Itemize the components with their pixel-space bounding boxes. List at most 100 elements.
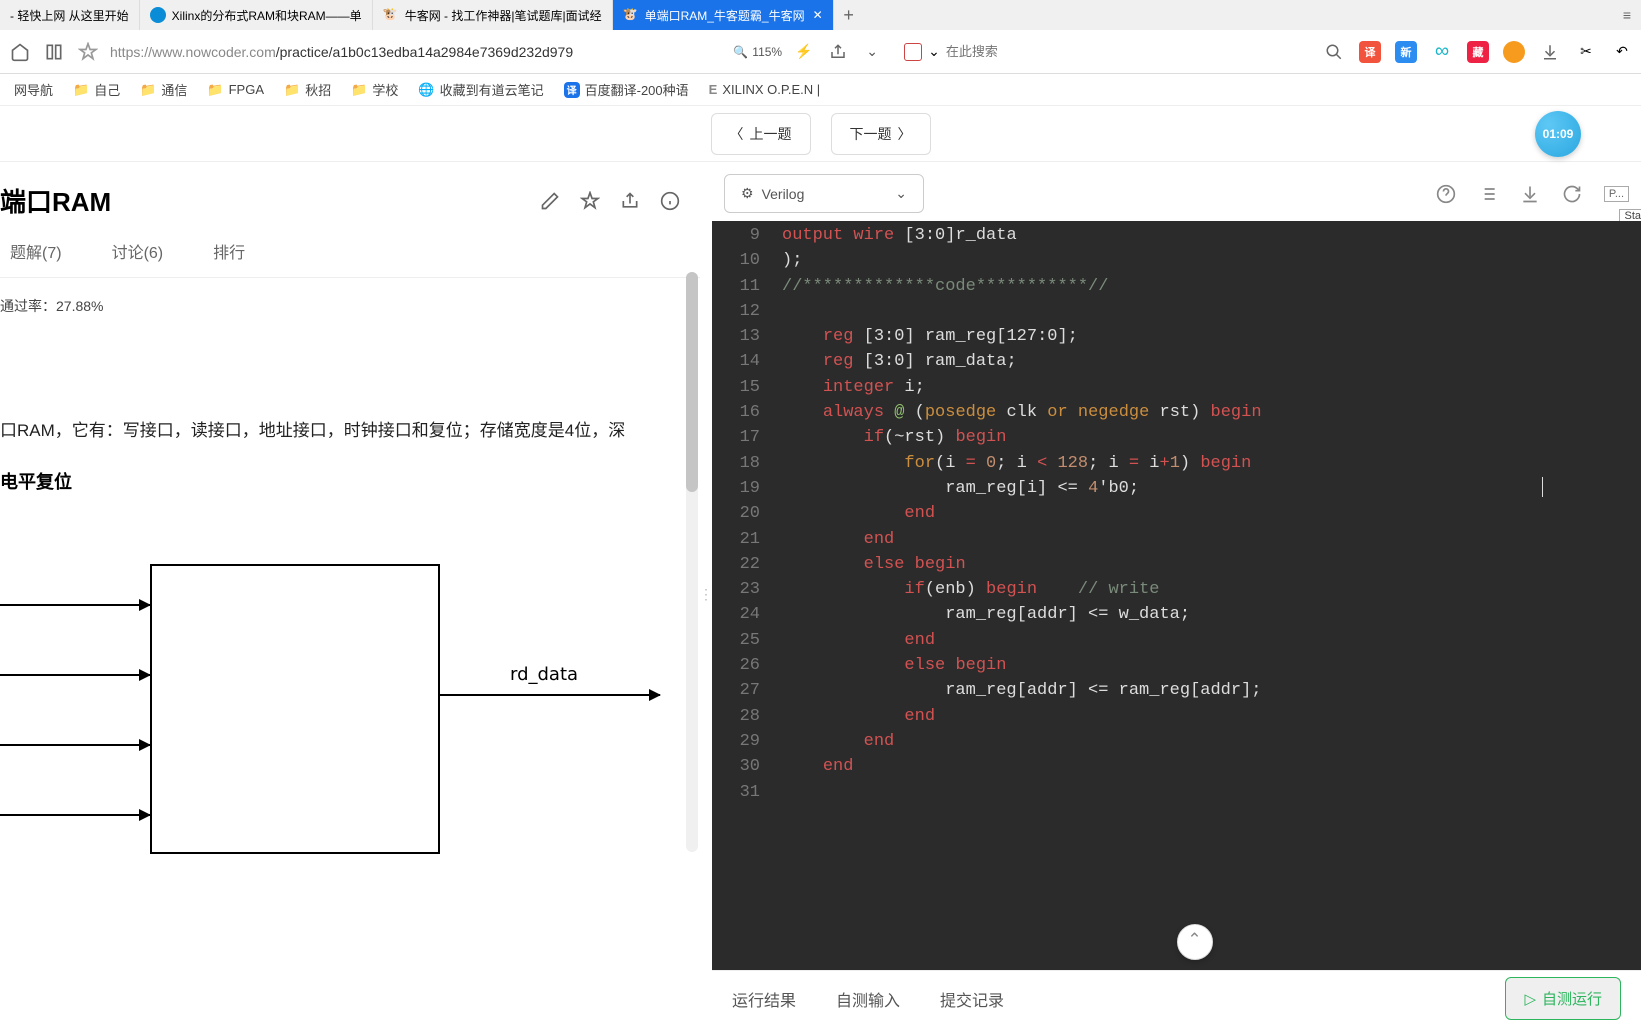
bookmark-folder[interactable]: 📁自己 xyxy=(65,80,128,99)
share-icon[interactable] xyxy=(620,191,640,211)
bookmark-folder[interactable]: 📁FPGA xyxy=(199,82,272,98)
ext-cang-icon[interactable]: 藏 xyxy=(1467,41,1489,63)
p-badge[interactable]: P...Sta xyxy=(1604,186,1629,202)
home-icon[interactable] xyxy=(8,40,32,64)
split-gutter[interactable]: ⋮ xyxy=(700,162,712,1026)
folder-icon: 📁 xyxy=(207,82,223,98)
tab-selftest[interactable]: 自测输入 xyxy=(836,987,900,1011)
xilinx-icon xyxy=(150,7,166,23)
scrollbar-thumb[interactable] xyxy=(686,272,698,492)
zoom-indicator[interactable]: 🔍 115% xyxy=(733,45,782,59)
ext-new-icon[interactable]: 新 xyxy=(1395,41,1417,63)
globe-icon: 🌐 xyxy=(418,82,434,98)
arrow-in-1 xyxy=(0,604,150,606)
tab-3[interactable]: 🐮 牛客网 - 找工作神器|笔试题库|面试经 xyxy=(373,0,613,30)
problem-tabs: 题解(7) 讨论(6) 排行 xyxy=(0,225,700,278)
timer-badge[interactable]: 01:09 xyxy=(1535,111,1581,157)
editor-footer: 运行结果 自测输入 提交记录 ▷自测运行 xyxy=(712,970,1641,1026)
bookmark-item[interactable]: EXILINX O.P.E.N | xyxy=(701,82,828,97)
gear-icon: ⚙ xyxy=(741,185,754,202)
tab-label: 单端口RAM_牛客题霸_牛客网 xyxy=(645,7,805,24)
bookmark-folder[interactable]: 📁秋招 xyxy=(276,80,339,99)
search-icon[interactable] xyxy=(1323,41,1345,63)
infinity-icon[interactable]: ∞ xyxy=(1431,41,1453,63)
arrow-in-3 xyxy=(0,744,150,746)
url-path: /practice/a1b0c13edba14a2984e7369d232d97… xyxy=(276,44,573,60)
tab-tools-icon[interactable]: ≡ xyxy=(1613,7,1641,23)
xilinx-e-icon: E xyxy=(709,82,718,97)
tab-1[interactable]: - 轻快上网 从这里开始 xyxy=(0,0,140,30)
run-button[interactable]: ▷自测运行 xyxy=(1505,977,1621,1020)
language-select[interactable]: ⚙Verilog ⌄ xyxy=(724,174,924,213)
nowcoder-icon: 🐮 xyxy=(383,7,399,23)
chevron-down-icon: ⌄ xyxy=(895,185,907,202)
next-problem-button[interactable]: 下一题〉 xyxy=(831,113,931,155)
url-host: https://www.nowcoder.com xyxy=(110,44,276,60)
refresh-icon[interactable] xyxy=(1562,184,1582,204)
close-icon[interactable]: ✕ xyxy=(813,8,823,22)
star-icon[interactable] xyxy=(76,40,100,64)
url-field[interactable]: https://www.nowcoder.com/practice/a1b0c1… xyxy=(110,44,723,60)
ram-box xyxy=(150,564,440,854)
code-lines[interactable]: output wire [3:0]r_data);//*************… xyxy=(782,223,1262,805)
translate-icon[interactable]: 译 xyxy=(1359,41,1381,63)
reset-heading: 电平复位 xyxy=(0,468,700,494)
bookmarks-bar: 网导航 📁自己 📁通信 📁FPGA 📁秋招 📁学校 🌐收藏到有道云笔记 译百度翻… xyxy=(0,74,1641,106)
ext-orange-icon[interactable] xyxy=(1503,41,1525,63)
arrow-in-2 xyxy=(0,674,150,676)
bookmark-item[interactable]: 译百度翻译-200种语 xyxy=(556,80,697,99)
flash-icon[interactable]: ⚡ xyxy=(792,40,816,64)
folder-icon: 📁 xyxy=(351,82,367,98)
tab-discuss[interactable]: 讨论(6) xyxy=(112,225,164,277)
code-editor[interactable]: 9101112131415161718192021222324252627282… xyxy=(712,221,1641,970)
folder-icon: 📁 xyxy=(284,82,300,98)
bookmark-item[interactable]: 网导航 xyxy=(6,80,61,99)
tab-rank[interactable]: 排行 xyxy=(213,225,245,277)
scissors-icon[interactable]: ✂ xyxy=(1575,41,1597,63)
list-icon[interactable] xyxy=(1478,184,1498,204)
scrollbar[interactable] xyxy=(686,272,698,852)
undo-icon[interactable]: ↶ xyxy=(1611,41,1633,63)
address-bar: https://www.nowcoder.com/practice/a1b0c1… xyxy=(0,30,1641,74)
bookmark-folder[interactable]: 📁通信 xyxy=(132,80,195,99)
arrow-in-4 xyxy=(0,814,150,816)
problem-nav: 〈上一题 下一题〉 01:09 xyxy=(0,106,1641,162)
chevron-down-icon[interactable]: ⌄ xyxy=(860,40,884,64)
play-icon: ▷ xyxy=(1524,990,1536,1008)
editor-panel: ⚙Verilog ⌄ P...Sta 910111213141516171819… xyxy=(712,162,1641,1026)
download-icon[interactable] xyxy=(1520,184,1540,204)
add-tab-button[interactable]: + xyxy=(834,5,864,26)
tab-submissions[interactable]: 提交记录 xyxy=(940,987,1004,1011)
browser-search[interactable]: ⌄ xyxy=(904,43,1211,61)
scroll-up-button[interactable]: ⌃ xyxy=(1177,924,1213,960)
problem-title: 端口RAM xyxy=(0,182,540,219)
chevron-left-icon: 〈 xyxy=(730,124,744,144)
translate-icon: 译 xyxy=(564,82,580,98)
problem-description: 口RAM，它有：写接口，读接口，地址接口，时钟接口和复位；存储宽度是4位，深 xyxy=(0,414,700,448)
share-icon[interactable] xyxy=(826,40,850,64)
text-cursor xyxy=(1542,477,1543,497)
folder-icon: 📁 xyxy=(140,82,156,98)
paw-icon xyxy=(904,43,922,61)
search-input[interactable] xyxy=(946,44,1086,59)
out-label: rd_data xyxy=(510,664,578,685)
tab-2[interactable]: Xilinx的分布式RAM和块RAM——单 xyxy=(140,0,373,30)
line-gutter: 9101112131415161718192021222324252627282… xyxy=(712,221,770,805)
problem-panel: 端口RAM 题解(7) 讨论(6) 排行 通过率：27.88% 口RAM，它有：… xyxy=(0,162,700,1026)
tab-label: 牛客网 - 找工作神器|笔试题库|面试经 xyxy=(405,7,602,24)
bookmark-item[interactable]: 🌐收藏到有道云笔记 xyxy=(410,80,551,99)
bookmark-folder[interactable]: 📁学校 xyxy=(343,80,406,99)
tab-result[interactable]: 运行结果 xyxy=(732,987,796,1011)
ram-diagram: rd_data xyxy=(0,534,700,854)
chevron-down-icon[interactable]: ⌄ xyxy=(928,43,940,60)
reader-icon[interactable] xyxy=(42,40,66,64)
arrow-out xyxy=(440,694,660,696)
star-icon[interactable] xyxy=(580,191,600,211)
info-icon[interactable] xyxy=(660,191,680,211)
prev-problem-button[interactable]: 〈上一题 xyxy=(711,113,811,155)
tab-solution[interactable]: 题解(7) xyxy=(10,225,62,277)
tab-4-active[interactable]: 🐮单端口RAM_牛客题霸_牛客网✕ xyxy=(613,0,834,30)
edit-icon[interactable] xyxy=(540,191,560,211)
help-icon[interactable] xyxy=(1436,184,1456,204)
download-icon[interactable] xyxy=(1539,41,1561,63)
